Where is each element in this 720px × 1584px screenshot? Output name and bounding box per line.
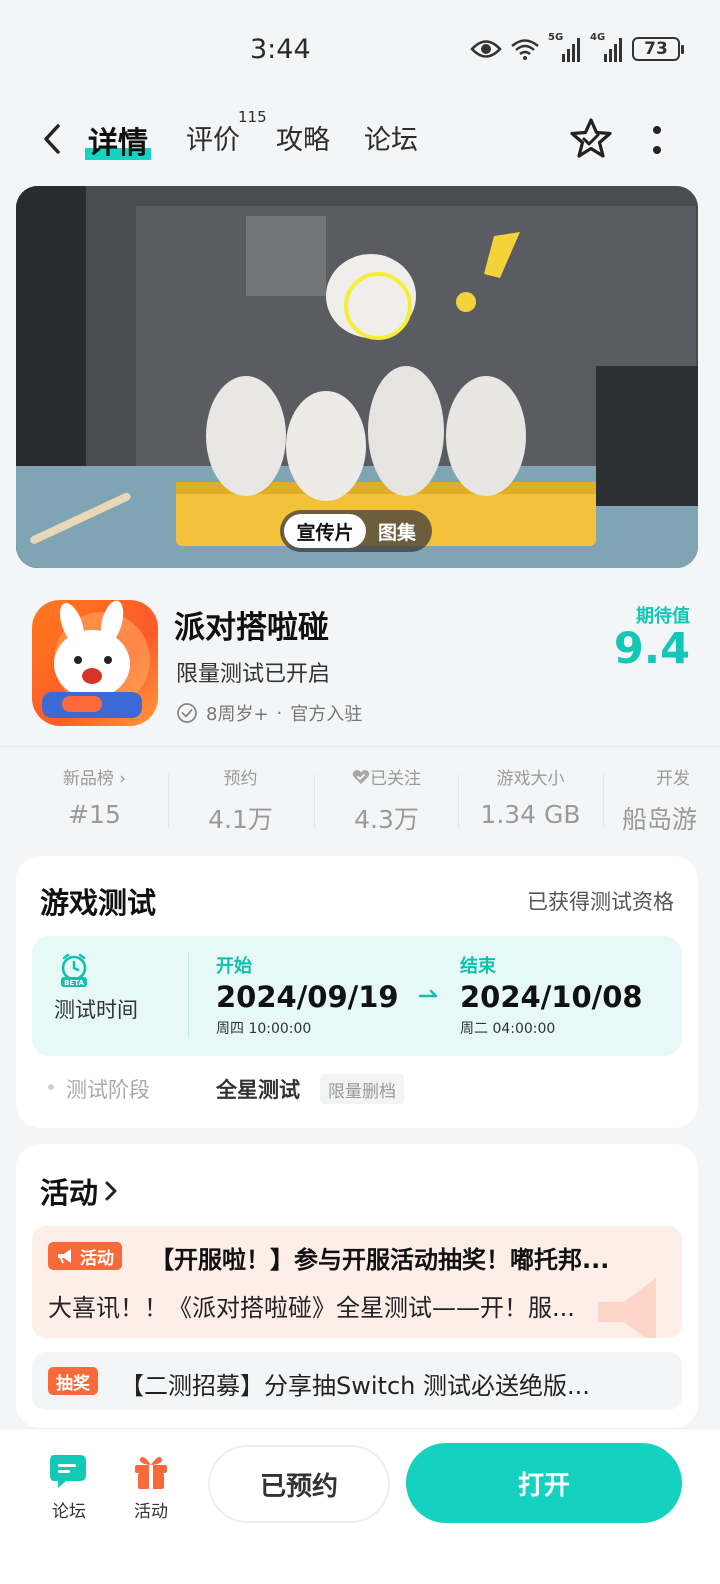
tab-forum-label: 论坛 [364,125,418,156]
score-value: 9.4 [613,624,690,674]
app-name: 派对搭啦碰 [174,610,329,646]
signal-5g-icon: 5G [548,32,582,62]
stat-label-followed: 已关注 [314,764,459,789]
activity-card: 活动 活动 【开服啦！】参与开服活动抽奖！嘟托邦... 大喜讯！！《派对搭啦碰》… [16,1144,698,1428]
status-icons: 5G 4G 73 [470,32,684,62]
phase-label: 测试阶段 [66,1078,150,1102]
tab-details[interactable]: 详情 [85,118,151,162]
beta-clock-icon: BETA [61,953,87,987]
net2-label: 4G [590,32,606,43]
stat-label: 开发 [656,769,690,789]
activity-item[interactable]: 活动 【开服啦！】参与开服活动抽奖！嘟托邦... 大喜讯！！《派对搭啦碰》全星测… [32,1226,682,1338]
heart-check-icon [352,770,370,784]
status-time: 3:44 [250,34,311,65]
tab-forum[interactable]: 论坛 [364,118,418,157]
phase-dot [48,1084,54,1090]
battery-icon: 73 [632,37,684,61]
video-tab[interactable]: 宣传片 [284,514,366,548]
lottery-tag: 抽奖 [48,1367,98,1395]
app-subtitle: 限量测试已开启 [176,662,331,687]
net1-label: 5G [548,32,564,43]
activity-header[interactable]: 活动 [40,1170,118,1212]
stat-reservations: 预约 4.1万 [168,764,313,836]
status-bar: 3:44 5G 4G 73 [0,0,720,100]
end-date: 2024/10/08 [460,980,643,1014]
stat-label: 游戏大小 [496,769,565,789]
stat-value: #15 [68,800,121,829]
stat-followers[interactable]: 已关注 4.3万 [314,764,459,836]
test-title: 游戏测试 [40,886,157,920]
activity-tag: 活动 [48,1242,122,1270]
tab-reviews[interactable]: 评价 [186,118,240,157]
tab-guides[interactable]: 攻略 [276,118,330,157]
tab-details-label: 详情 [88,126,148,161]
reviews-count-badge: 115 [238,108,267,126]
app-meta: 8周岁+ · 官方入驻 [176,700,362,726]
stat-label: 预约 [223,769,258,789]
bottom-action-bar: 论坛 活动 已预约 打开 [0,1428,720,1584]
stat-value: 4.3万 [354,805,419,834]
divider [0,746,720,747]
forum-label: 论坛 [52,1502,86,1522]
age-rating: 8周岁+ [206,704,269,725]
test-separator [188,952,189,1038]
meta-dot: · [276,702,283,724]
stat-value: 1.34 GB [480,800,581,829]
end-sub: 周二 04:00:00 [460,1021,556,1037]
megaphone-icon [58,1249,71,1264]
back-arrow-icon[interactable] [38,122,68,156]
verified-check-icon [177,703,197,723]
stat-label: 已关注 [370,769,421,789]
activity-item[interactable]: 抽奖 【二测招募】分享抽Switch 测试必送绝版... [32,1352,682,1410]
test-qualification: 已获得测试资格 [527,890,674,914]
official-label: 官方入驻 [290,704,363,725]
test-time-box: BETA 测试时间 开始 2024/09/19 周四 10:00:00 结束 2… [32,936,682,1056]
test-start: 开始 2024/09/19 周四 10:00:00 [216,952,399,1038]
start-tag: 开始 [216,956,252,977]
wifi-icon [511,39,539,60]
chevron-right-icon [105,1181,117,1201]
end-tag: 结束 [460,956,496,977]
stat-separator [603,774,604,828]
more-options-icon[interactable] [650,122,664,158]
stat-value: 船岛游 [622,805,698,834]
stat-game-size: 游戏大小 1.34 GB [458,764,603,829]
megaphone-watermark-icon [598,1278,656,1338]
open-button[interactable]: 打开 [406,1443,682,1523]
signal-4g-icon: 4G [590,32,624,62]
start-date: 2024/09/19 [216,980,399,1014]
activity-button[interactable]: 活动 [116,1451,186,1522]
favorite-star-icon[interactable] [568,116,614,162]
activity-label: 活动 [134,1502,168,1522]
tab-reviews-label: 评价 [186,125,240,156]
gallery-tab[interactable]: 图集 [366,514,428,548]
start-sub: 周四 10:00:00 [216,1021,312,1037]
phase-tag: 限量删档 [320,1074,404,1104]
activity-tag-label: 活动 [80,1248,114,1269]
stat-label: 新品榜 › [62,769,127,789]
svg-text:BETA: BETA [64,979,84,987]
forum-button[interactable]: 论坛 [34,1451,104,1522]
forum-chat-icon [50,1455,86,1488]
reserved-button[interactable]: 已预约 [208,1445,390,1523]
activity-title: 活动 [40,1176,99,1210]
activity-item-title: 【二测招募】分享抽Switch 测试必送绝版... [120,1372,590,1400]
test-time-label: 测试时间 [54,998,138,1022]
game-test-card: 游戏测试 已获得测试资格 BETA 测试时间 开始 2024/09/19 周四 … [16,856,698,1128]
stats-row: 新品榜 › #15 预约 4.1万 已关注 4.3万 游戏大小 1.34 GB … [0,764,720,834]
tab-guides-label: 攻略 [276,125,330,156]
activity-item-desc: 大喜讯！！《派对搭啦碰》全星测试——开！服... [48,1294,575,1322]
app-icon [32,600,158,726]
arrow-right-icon [418,989,438,998]
top-nav: 详情 评价 115 攻略 论坛 [0,108,720,170]
media-toggle: 宣传片 图集 [280,510,432,552]
phase-value: 全星测试 [216,1078,300,1102]
app-icon-art [42,600,150,718]
stat-value: 4.1万 [208,805,273,834]
stat-developer[interactable]: 开发 船岛游 [612,764,720,836]
gift-icon [135,1457,167,1489]
eye-icon [470,40,502,58]
stat-new-rank[interactable]: 新品榜 › #15 [22,764,167,829]
test-end: 结束 2024/10/08 周二 04:00:00 [460,952,643,1038]
